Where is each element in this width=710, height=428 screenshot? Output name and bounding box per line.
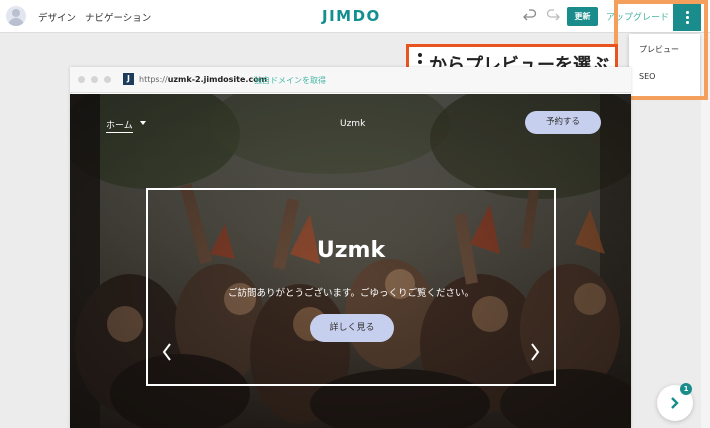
hero-title: Uzmk <box>316 238 386 263</box>
browser-chrome: J https://uzmk-2.jimdosite.com 独自ドメインを取得 <box>70 67 631 93</box>
caret-down-icon[interactable] <box>140 121 146 125</box>
undo-icon[interactable] <box>522 8 538 24</box>
site-nav-home[interactable]: ホーム <box>106 118 133 133</box>
redo-icon[interactable] <box>545 8 561 24</box>
window-dot <box>104 76 111 83</box>
window-dot <box>91 76 98 83</box>
url-prefix: https:// <box>139 75 168 84</box>
chevron-right-icon <box>671 397 679 409</box>
nav-navigation[interactable]: ナビゲーション <box>85 10 151 24</box>
editor-topbar: デザイン ナビゲーション JIMDO 更新 アップグレード <box>0 0 710 33</box>
url-host: uzmk-2.jimdosite.com <box>167 75 268 84</box>
favicon-icon: J <box>123 73 134 85</box>
address-bar[interactable]: https://uzmk-2.jimdosite.com <box>139 75 267 84</box>
avatar-body-shape <box>8 18 24 26</box>
book-button[interactable]: 予約する <box>525 111 601 134</box>
jimdo-logo: JIMDO <box>322 7 381 25</box>
slider-prev-icon[interactable] <box>161 342 173 362</box>
window-dot <box>78 76 85 83</box>
hero-subtitle: ご訪問ありがとうございます。ごゆっくりご覧ください。 <box>227 288 475 299</box>
avatar[interactable] <box>6 6 26 26</box>
hero-frame: Uzmk ご訪問ありがとうございます。ごゆっくりご覧ください。 詳しく見る <box>146 188 556 386</box>
custom-domain-link[interactable]: 独自ドメインを取得 <box>254 75 326 86</box>
learn-more-button[interactable]: 詳しく見る <box>310 314 394 342</box>
nav-design[interactable]: デザイン <box>38 10 76 24</box>
avatar-head-shape <box>12 9 20 17</box>
site-preview-window: J https://uzmk-2.jimdosite.com 独自ドメインを取得 <box>70 67 631 428</box>
site-name[interactable]: Uzmk <box>340 119 365 129</box>
slider-next-icon[interactable] <box>529 342 541 362</box>
update-button[interactable]: 更新 <box>567 7 598 26</box>
hero-section: ホーム Uzmk 予約する Uzmk ご訪問ありがとうございます。ごゆっくりご覧… <box>70 94 631 428</box>
notification-badge: 1 <box>680 383 692 395</box>
